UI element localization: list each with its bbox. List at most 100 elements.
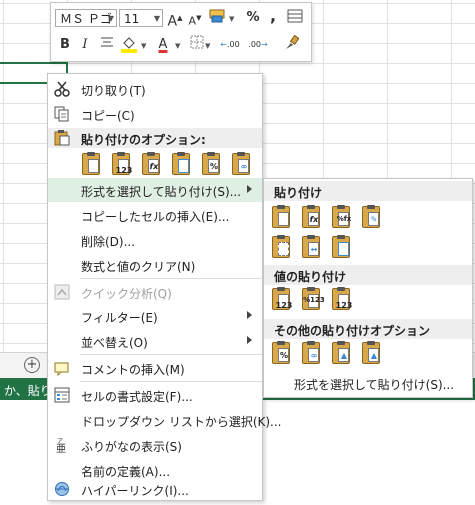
menu-item-hyperlink[interactable]: ハイパーリンク(I)... <box>48 477 262 501</box>
borders-button[interactable] <box>187 35 207 55</box>
menu-divider <box>80 354 262 355</box>
menu-item-quick-analysis: クイック分析(Q) <box>48 280 262 304</box>
italic-button[interactable]: I <box>75 35 95 55</box>
paste-values-icon: 123 <box>112 152 132 175</box>
menu-item-insert-comment[interactable]: コメントの挿入(M) <box>48 356 262 380</box>
paste-button-link[interactable]: ∞ <box>300 341 324 367</box>
paste-button-keep-source-formatting[interactable]: ✎ <box>360 205 384 231</box>
font-name-box[interactable]: ＭＳ Ｐゴ ▼ <box>55 9 117 27</box>
paste-formatting-icon: % <box>202 152 220 175</box>
paste-option-default[interactable] <box>80 152 104 178</box>
submenu-group-title: その他の貼り付けオプション <box>274 324 431 338</box>
chevron-down-icon[interactable]: ▼ <box>175 42 180 50</box>
paste-button-formatting[interactable]: % <box>270 341 294 367</box>
paste-values-source-icon: 123 <box>332 287 352 310</box>
accounting-format-icon <box>209 9 225 23</box>
font-size-box[interactable]: 11 ▼ <box>119 9 163 27</box>
paste-formulas-format-icon: %fx <box>332 205 351 228</box>
menu-item-filter[interactable]: フィルター(E) <box>48 304 262 328</box>
paste-button-linked-picture[interactable]: ▲ <box>360 341 384 367</box>
submenu-group-title: 値の貼り付け <box>274 270 347 284</box>
paintbrush-icon <box>286 34 300 49</box>
paste-column-widths-icon: ↔ <box>302 235 320 258</box>
paste-option-transpose[interactable] <box>170 152 194 178</box>
fill-color-button[interactable] <box>119 35 139 55</box>
svg-text:亜: 亜 <box>56 444 66 453</box>
menu-item-paste-special[interactable]: 形式を選択して貼り付け(S)... <box>48 178 262 202</box>
menu-item-label: コピーしたセルの挿入(E)... <box>81 210 230 224</box>
menu-item-label: コメントの挿入(M) <box>81 363 185 377</box>
menu-item-show-furigana[interactable]: ア亜 ふりがなの表示(S) <box>48 433 262 457</box>
chevron-down-icon: ▼ <box>153 14 160 23</box>
menu-item-label: ハイパーリンク(I)... <box>81 484 189 498</box>
submenu-group-title: 貼り付け <box>274 186 323 200</box>
paste-icon <box>54 130 70 149</box>
mini-toolbar: ＭＳ Ｐゴ ▼ 11 ▼ A▲ A▼ ▼ % , B I ▼ A ▼ ▼ ←.0… <box>50 2 312 62</box>
increase-decimal-label: .00 <box>226 40 240 49</box>
format-cells-icon <box>54 387 70 403</box>
comma-style-button[interactable]: , <box>263 6 283 26</box>
clipboard-icon <box>272 205 290 228</box>
submenu-arrow-icon <box>247 185 252 193</box>
paste-formatting-icon: % <box>272 341 290 364</box>
menu-item-copy[interactable]: コピー(C) <box>48 102 262 126</box>
clipboard-icon <box>82 152 100 175</box>
menu-item-label: クイック分析(Q) <box>81 287 172 301</box>
paste-option-values[interactable]: 123 <box>110 152 134 178</box>
font-color-button[interactable]: A <box>153 35 173 55</box>
paste-button-values-source-format[interactable]: 123 <box>330 287 354 313</box>
increase-decimal-button[interactable]: ←.00 <box>217 35 243 55</box>
paste-button-paste[interactable] <box>270 205 294 231</box>
paste-option-formulas[interactable]: fx <box>140 152 164 178</box>
menu-item-cut[interactable]: 切り取り(T) <box>48 77 262 101</box>
bold-button[interactable]: B <box>55 35 75 55</box>
paste-link-icon: ∞ <box>302 341 320 364</box>
add-sheet-button[interactable]: + <box>24 357 40 373</box>
submenu-group-header: その他の貼り付けオプション <box>264 319 472 339</box>
paste-button-no-borders[interactable] <box>270 235 294 261</box>
shrink-font-icon: A <box>188 14 197 28</box>
decrease-decimal-button[interactable]: .00→ <box>245 35 271 55</box>
paste-formulas-icon: fx <box>302 205 320 228</box>
chevron-down-icon: ▼ <box>107 14 114 23</box>
paste-button-formulas[interactable]: fx <box>300 205 324 231</box>
grow-font-button[interactable]: A▲ <box>165 8 185 30</box>
menu-item-label: 形式を選択して貼り付け(S)... <box>81 185 242 199</box>
accounting-format-button[interactable] <box>207 8 227 28</box>
scissors-icon <box>54 81 70 97</box>
align-center-button[interactable] <box>97 35 117 55</box>
paste-button-transpose[interactable] <box>330 235 354 261</box>
chevron-down-icon[interactable]: ▼ <box>229 15 234 23</box>
fill-color-icon <box>121 37 137 53</box>
menu-item-pick-from-dropdown[interactable]: ドロップダウン リストから選択(K)... <box>48 408 282 432</box>
chevron-down-icon[interactable]: ▼ <box>141 42 146 50</box>
menu-item-label: ふりがなの表示(S) <box>81 440 182 454</box>
quick-analysis-icon <box>54 284 70 300</box>
paste-button-values[interactable]: 123 <box>270 287 294 313</box>
menu-item-sort[interactable]: 並べ替え(O) <box>48 329 262 353</box>
paste-button-values-number-format[interactable]: %123 <box>300 287 325 313</box>
submenu-group-header: 値の貼り付け <box>264 265 472 285</box>
menu-item-format-cells[interactable]: セルの書式設定(F)... <box>48 383 262 407</box>
chevron-down-icon[interactable]: ▼ <box>205 42 210 50</box>
furigana-icon: ア亜 <box>54 437 70 455</box>
menu-item-label: 削除(D)... <box>81 235 136 249</box>
percent-style-button[interactable]: % <box>243 8 263 28</box>
grow-font-icon: A <box>167 13 178 30</box>
paste-button-formulas-number-format[interactable]: %fx <box>330 205 354 231</box>
menu-item-clear-contents[interactable]: 数式と値のクリア(N) <box>48 253 262 277</box>
format-painter-button[interactable] <box>281 34 301 55</box>
menu-item-label: 切り取り(T) <box>81 84 146 98</box>
format-painter-table-button[interactable] <box>285 8 305 28</box>
menu-divider <box>80 381 262 382</box>
paste-values-format-icon: %123 <box>302 287 325 310</box>
menu-item-insert-copied-cells[interactable]: コピーしたセルの挿入(E)... <box>48 203 262 227</box>
paste-option-formatting[interactable]: % <box>200 152 224 178</box>
paste-button-keep-column-widths[interactable]: ↔ <box>300 235 324 261</box>
menu-item-label: 数式と値のクリア(N) <box>81 260 196 274</box>
paste-button-picture[interactable]: ▲ <box>330 341 354 367</box>
paste-option-link[interactable]: ∞ <box>230 152 254 178</box>
shrink-font-button[interactable]: A▼ <box>185 8 205 28</box>
menu-item-delete[interactable]: 削除(D)... <box>48 228 262 252</box>
paste-special-dialog-link[interactable]: 形式を選択して貼り付け(S)... <box>294 376 454 393</box>
